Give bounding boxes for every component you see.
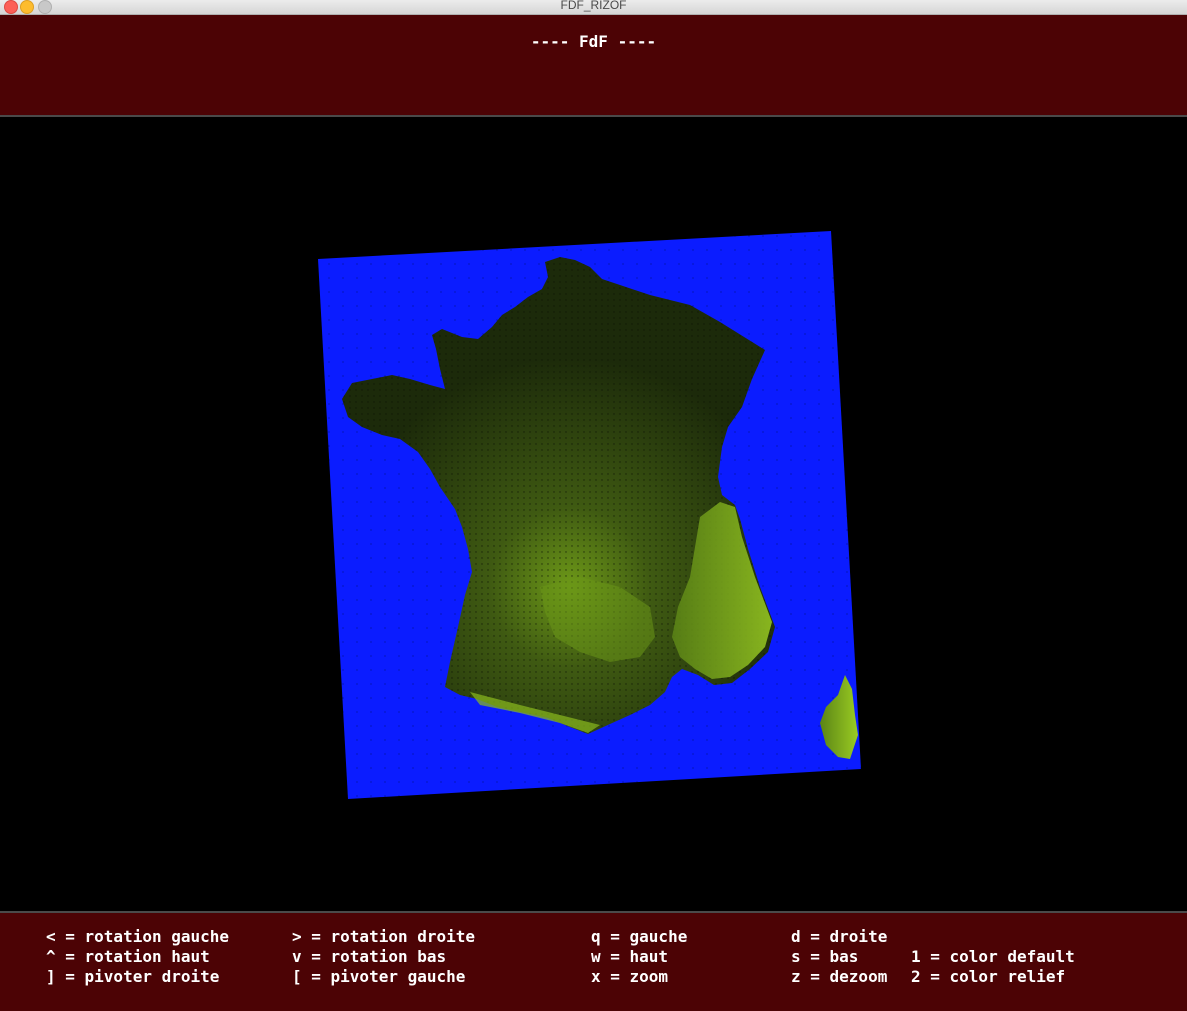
key-rotation-haut: ^ = rotation haut — [46, 947, 210, 966]
key-dezoom: z = dezoom — [791, 967, 888, 986]
key-pivoter-gauche: [ = pivoter gauche — [292, 967, 466, 986]
key-droite: d = droite — [791, 927, 888, 946]
key-color-relief: 2 = color relief — [911, 967, 1066, 986]
app-title: ---- FdF ---- — [530, 32, 657, 51]
key-zoom: x = zoom — [591, 967, 669, 986]
key-rotation-gauche: < = rotation gauche — [46, 927, 230, 946]
key-haut: w = haut — [591, 947, 669, 966]
render-canvas[interactable] — [0, 117, 1187, 911]
controls-panel: < = rotation gauche > = rotation droite … — [0, 911, 1187, 1011]
key-color-default: 1 = color default — [911, 947, 1075, 966]
key-gauche: q = gauche — [591, 927, 688, 946]
key-rotation-droite: > = rotation droite — [292, 927, 476, 946]
wireframe-map — [318, 231, 861, 799]
key-rotation-bas: v = rotation bas — [292, 947, 447, 966]
key-pivoter-droite: ] = pivoter droite — [46, 967, 220, 986]
window-titlebar: FDF_RIZOF — [0, 0, 1187, 15]
header-panel: ---- FdF ---- — [0, 15, 1187, 117]
window-title: FDF_RIZOF — [560, 0, 627, 12]
key-bas: s = bas — [791, 947, 859, 966]
